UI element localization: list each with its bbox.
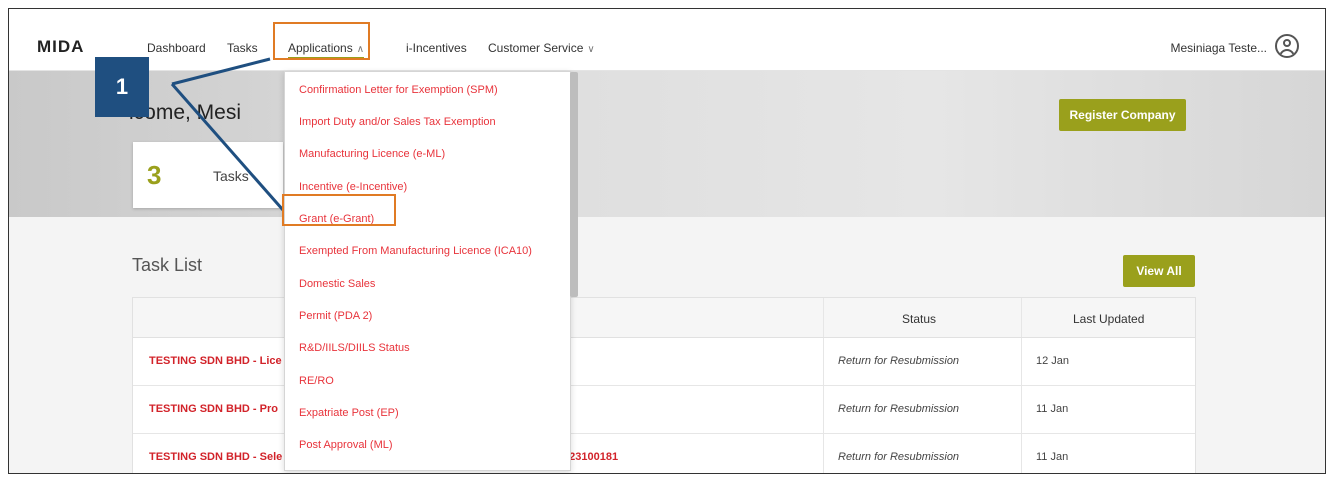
annotation-arrows <box>170 57 285 211</box>
step-badge: 1 <box>95 57 149 117</box>
grant-highlight <box>282 194 396 226</box>
applications-highlight <box>273 22 370 60</box>
